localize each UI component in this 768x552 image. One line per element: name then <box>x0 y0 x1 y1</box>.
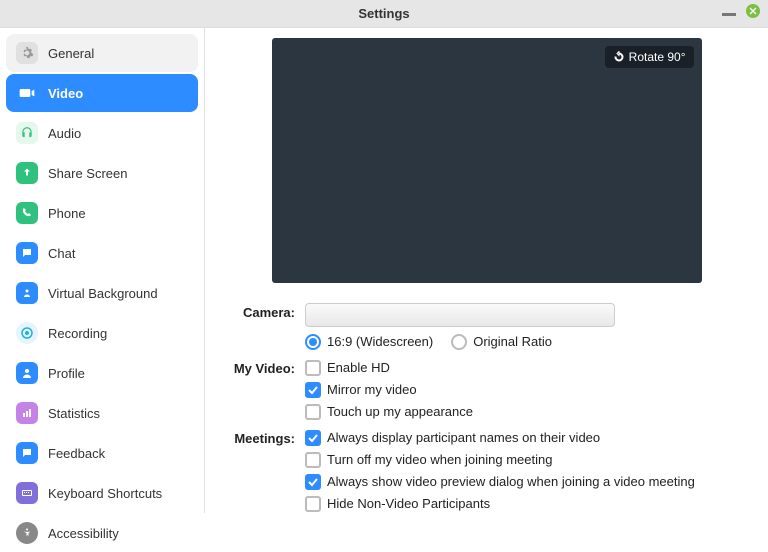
sidebar-item-video[interactable]: Video <box>6 74 198 112</box>
rotate-icon <box>613 51 625 63</box>
profile-icon <box>16 362 38 384</box>
statistics-icon <box>16 402 38 424</box>
window-title: Settings <box>358 6 409 21</box>
sidebar-item-chat[interactable]: Chat <box>6 234 198 272</box>
main-panel: Rotate 90° Camera: 16:9 (Widescreen) <box>205 28 768 513</box>
hide-nonvideo-checkbox[interactable] <box>305 496 321 512</box>
share-screen-icon <box>16 162 38 184</box>
ratio-169-label: 16:9 (Widescreen) <box>327 333 433 351</box>
touchup-label: Touch up my appearance <box>327 403 473 421</box>
turnoff-video-checkbox[interactable] <box>305 452 321 468</box>
phone-icon <box>16 202 38 224</box>
turnoff-video-label: Turn off my video when joining meeting <box>327 451 552 469</box>
sidebar-label: Share Screen <box>48 166 128 181</box>
sidebar-label: Chat <box>48 246 75 261</box>
headphones-icon <box>16 122 38 144</box>
recording-icon <box>16 322 38 344</box>
sidebar-item-share-screen[interactable]: Share Screen <box>6 154 198 192</box>
video-preview: Rotate 90° <box>272 38 702 283</box>
touchup-checkbox[interactable] <box>305 404 321 420</box>
sidebar-label: Profile <box>48 366 85 381</box>
sidebar-label: Phone <box>48 206 86 221</box>
ratio-169-radio[interactable] <box>305 334 321 350</box>
enable-hd-label: Enable HD <box>327 359 390 377</box>
myvideo-label: My Video: <box>215 359 305 425</box>
sidebar-item-general[interactable]: General <box>6 34 198 72</box>
titlebar: Settings <box>0 0 768 28</box>
virtual-background-icon <box>16 282 38 304</box>
camera-label: Camera: <box>215 303 305 355</box>
sidebar-label: Keyboard Shortcuts <box>48 486 162 501</box>
mirror-checkbox[interactable] <box>305 382 321 398</box>
sidebar-label: Video <box>48 86 83 101</box>
sidebar: General Video Audio Share Screen Phone <box>0 28 205 513</box>
chat-icon <box>16 242 38 264</box>
feedback-icon <box>16 442 38 464</box>
sidebar-item-recording[interactable]: Recording <box>6 314 198 352</box>
keyboard-icon <box>16 482 38 504</box>
sidebar-label: Feedback <box>48 446 105 461</box>
sidebar-item-keyboard-shortcuts[interactable]: Keyboard Shortcuts <box>6 474 198 512</box>
sidebar-item-accessibility[interactable]: Accessibility <box>6 514 198 552</box>
sidebar-item-statistics[interactable]: Statistics <box>6 394 198 432</box>
participant-names-checkbox[interactable] <box>305 430 321 446</box>
sidebar-item-audio[interactable]: Audio <box>6 114 198 152</box>
camera-select[interactable] <box>305 303 615 327</box>
rotate-label: Rotate 90° <box>629 50 686 64</box>
rotate-button[interactable]: Rotate 90° <box>605 46 694 68</box>
sidebar-label: Recording <box>48 326 107 341</box>
hide-nonvideo-label: Hide Non-Video Participants <box>327 495 490 513</box>
sidebar-label: Audio <box>48 126 81 141</box>
video-icon <box>16 82 38 104</box>
sidebar-item-profile[interactable]: Profile <box>6 354 198 392</box>
sidebar-label: Accessibility <box>48 526 119 541</box>
show-preview-checkbox[interactable] <box>305 474 321 490</box>
close-button[interactable] <box>746 4 760 18</box>
sidebar-label: Statistics <box>48 406 100 421</box>
sidebar-label: General <box>48 46 94 61</box>
sidebar-item-feedback[interactable]: Feedback <box>6 434 198 472</box>
accessibility-icon <box>16 522 38 544</box>
enable-hd-checkbox[interactable] <box>305 360 321 376</box>
minimize-button[interactable] <box>722 13 736 16</box>
mirror-label: Mirror my video <box>327 381 417 399</box>
meetings-label: Meetings: <box>215 429 305 513</box>
sidebar-item-phone[interactable]: Phone <box>6 194 198 232</box>
ratio-original-radio[interactable] <box>451 334 467 350</box>
participant-names-label: Always display participant names on thei… <box>327 429 600 447</box>
gear-icon <box>16 42 38 64</box>
ratio-original-label: Original Ratio <box>473 333 552 351</box>
show-preview-label: Always show video preview dialog when jo… <box>327 473 695 491</box>
sidebar-label: Virtual Background <box>48 286 158 301</box>
sidebar-item-virtual-background[interactable]: Virtual Background <box>6 274 198 312</box>
